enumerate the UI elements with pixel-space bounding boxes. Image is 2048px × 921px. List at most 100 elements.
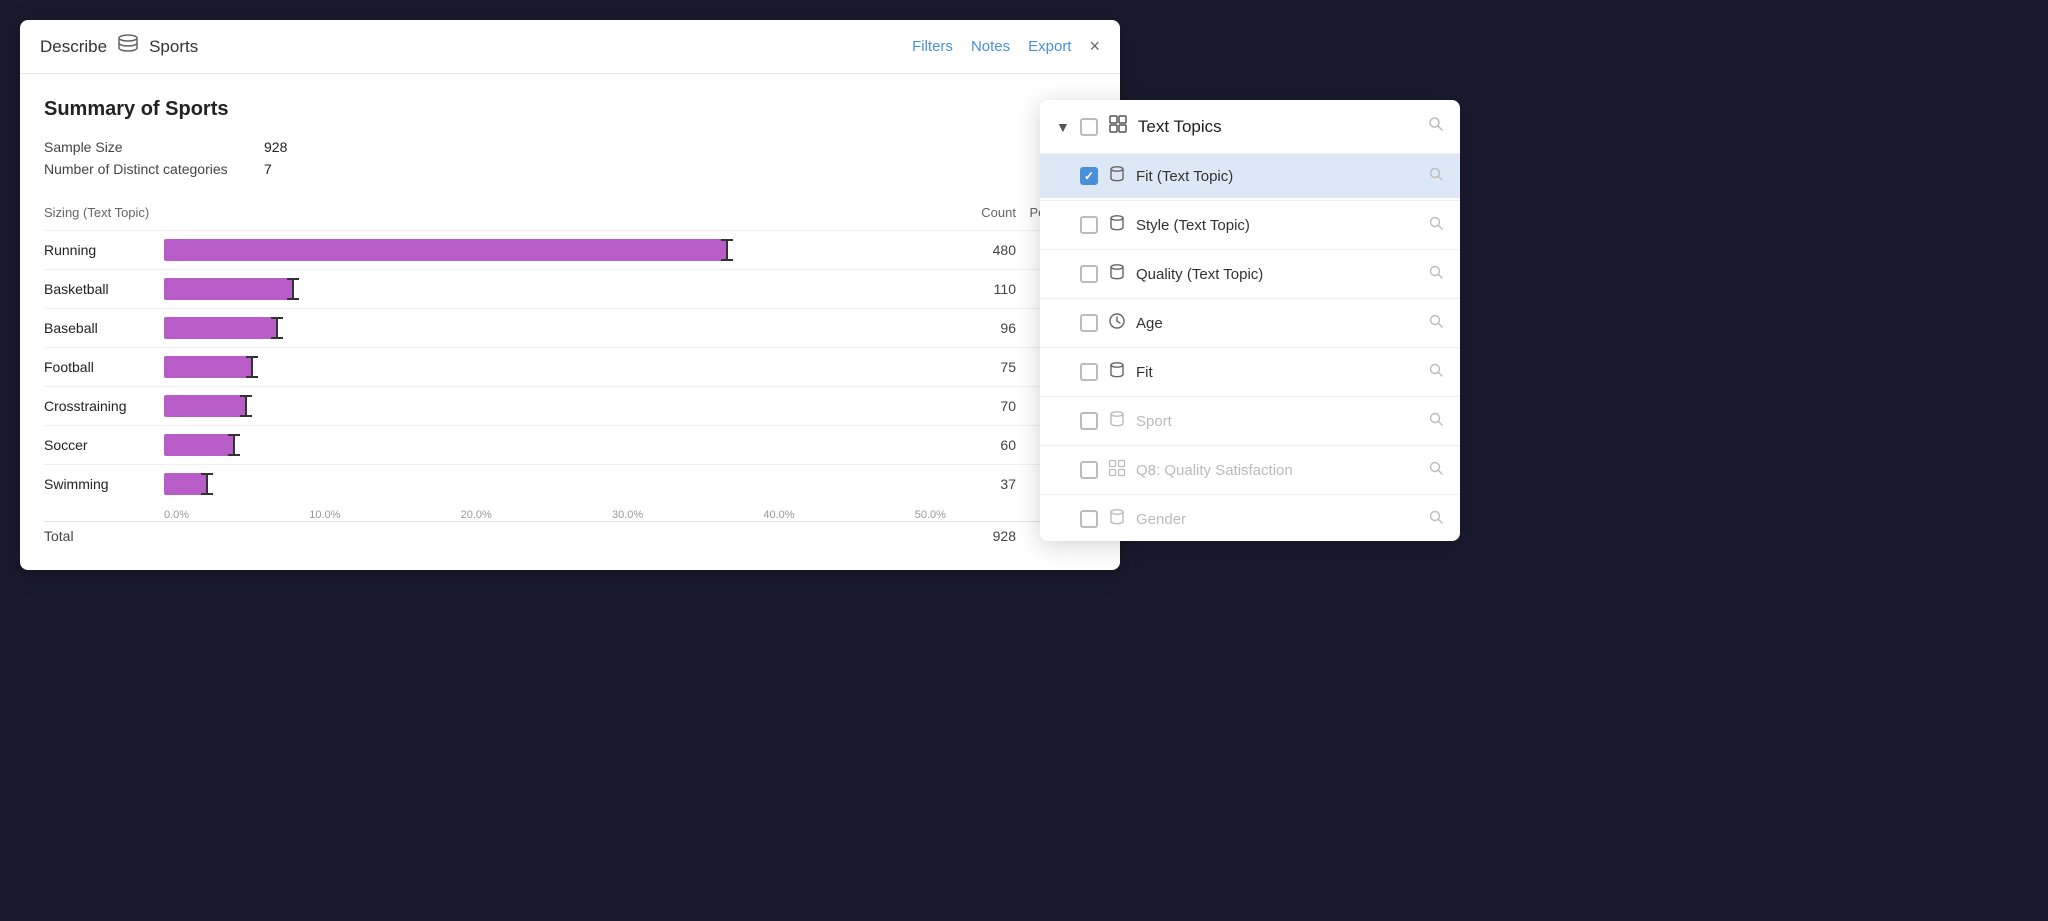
item-label: Sport [1136, 413, 1419, 430]
chart-row: Crosstraining 70 7.5% [44, 386, 1096, 425]
sample-size-label: Sample Size [44, 139, 244, 155]
dropdown-item-fit[interactable]: Fit [1040, 350, 1460, 394]
item-checkbox-unchecked[interactable] [1080, 314, 1098, 332]
dropdown-item-q8_quality[interactable]: Q8: Quality Satisfaction [1040, 448, 1460, 492]
bar [164, 278, 293, 300]
error-bar-icon [267, 316, 287, 340]
dropdown-item-quality_text_topic[interactable]: Quality (Text Topic) [1040, 252, 1460, 296]
axis-labels: 0.0%10.0%20.0%30.0%40.0%50.0% [164, 507, 946, 521]
export-button[interactable]: Export [1028, 38, 1071, 55]
item-icon [1108, 361, 1126, 383]
summary-title: Summary of Sports [44, 98, 1096, 121]
item-search-icon[interactable] [1429, 461, 1444, 479]
bar-container [164, 278, 946, 300]
dropdown-header: ▼ Text Topics [1040, 100, 1460, 154]
item-label: Gender [1136, 511, 1419, 528]
notes-button[interactable]: Notes [971, 38, 1010, 55]
row-count: 60 [946, 437, 1016, 453]
header-left: Describe Sports [40, 34, 198, 59]
error-bar-icon [717, 238, 737, 262]
dropdown-header-search-icon[interactable] [1428, 116, 1444, 137]
stats-section: Sample Size 928 Number of Distinct categ… [44, 139, 1096, 177]
sample-size-value: 928 [264, 139, 287, 155]
item-icon [1108, 165, 1126, 187]
item-icon [1108, 508, 1126, 530]
dropdown-divider [1040, 494, 1460, 495]
item-search-icon[interactable] [1429, 216, 1444, 234]
item-search-icon[interactable] [1429, 363, 1444, 381]
error-bar-icon [236, 394, 256, 418]
axis-label: 20.0% [461, 509, 492, 521]
item-checkbox-unchecked[interactable] [1080, 216, 1098, 234]
dropdown-panel: ▼ Text Topics ✓ Fit (Text Topic) [1040, 100, 1460, 541]
filters-button[interactable]: Filters [912, 38, 953, 55]
row-label: Baseball [44, 320, 164, 336]
item-search-icon[interactable] [1429, 412, 1444, 430]
dropdown-header-label: Text Topics [1138, 117, 1418, 137]
axis-label: 0.0% [164, 509, 189, 521]
header: Describe Sports Filters Notes Export × [20, 20, 1120, 74]
chart-row: Baseball 96 10.3% [44, 308, 1096, 347]
item-search-icon[interactable] [1429, 510, 1444, 528]
describe-label: Describe [40, 37, 107, 57]
axis-row: 0.0%10.0%20.0%30.0%40.0%50.0% [44, 507, 1096, 521]
error-bar-icon [197, 472, 217, 496]
row-label: Football [44, 359, 164, 375]
item-icon [1108, 263, 1126, 285]
row-label: Soccer [44, 437, 164, 453]
dropdown-header-checkbox[interactable] [1080, 118, 1098, 136]
bar-container [164, 473, 946, 495]
item-checkbox-unchecked[interactable] [1080, 412, 1098, 430]
chart-row: Swimming 37 3.9% [44, 464, 1096, 503]
distinct-categories-label: Number of Distinct categories [44, 161, 244, 177]
dataset-title: Sports [149, 37, 198, 57]
dropdown-item-sport[interactable]: Sport [1040, 399, 1460, 443]
dropdown-chevron-icon[interactable]: ▼ [1056, 119, 1070, 135]
item-checkbox-unchecked[interactable] [1080, 363, 1098, 381]
item-icon [1108, 410, 1126, 432]
item-search-icon[interactable] [1429, 314, 1444, 332]
dropdown-divider [1040, 249, 1460, 250]
stat-distinct-categories: Number of Distinct categories 7 [44, 161, 1096, 177]
bar-container [164, 434, 946, 456]
content-area: Summary of Sports Sample Size 928 Number… [20, 74, 1120, 570]
row-count: 110 [946, 281, 1016, 297]
dropdown-grid-icon [1108, 114, 1128, 139]
axis-label: 30.0% [612, 509, 643, 521]
chart-rows: Running 480 51.7% Basketball 11 [44, 230, 1096, 503]
bar-container [164, 395, 946, 417]
item-checkbox-unchecked[interactable] [1080, 510, 1098, 528]
item-label: Style (Text Topic) [1136, 217, 1419, 234]
item-icon [1108, 312, 1126, 334]
error-bar-icon [242, 355, 262, 379]
chart-row: Basketball 110 11.8% [44, 269, 1096, 308]
error-bar-icon [224, 433, 244, 457]
item-search-icon[interactable] [1429, 167, 1444, 185]
bar-container [164, 317, 946, 339]
dropdown-item-gender[interactable]: Gender [1040, 497, 1460, 541]
main-panel: Describe Sports Filters Notes Export × S… [20, 20, 1120, 570]
close-button[interactable]: × [1089, 36, 1100, 57]
axis-label: 50.0% [915, 509, 946, 521]
item-search-icon[interactable] [1429, 265, 1444, 283]
header-right: Filters Notes Export × [912, 36, 1100, 57]
item-checkbox-unchecked[interactable] [1080, 461, 1098, 479]
chart-row: Football 75 8.3% [44, 347, 1096, 386]
item-checkbox-unchecked[interactable] [1080, 265, 1098, 283]
row-count: 75 [946, 359, 1016, 375]
dropdown-item-age[interactable]: Age [1040, 301, 1460, 345]
dataset-icon [117, 34, 139, 59]
chart-topic-label: Sizing (Text Topic) [44, 205, 946, 220]
dropdown-item-style_text_topic[interactable]: Style (Text Topic) [1040, 203, 1460, 247]
item-label: Quality (Text Topic) [1136, 266, 1419, 283]
bar [164, 239, 727, 261]
axis-label: 10.0% [309, 509, 340, 521]
item-checkbox-checked[interactable]: ✓ [1080, 167, 1098, 185]
row-label: Crosstraining [44, 398, 164, 414]
dropdown-item-fit_text_topic[interactable]: ✓ Fit (Text Topic) [1040, 154, 1460, 198]
dropdown-divider [1040, 396, 1460, 397]
total-row: Total 928 100% [44, 521, 1096, 550]
checkmark-icon: ✓ [1084, 169, 1094, 183]
item-icon [1108, 459, 1126, 481]
bar-container [164, 239, 946, 261]
